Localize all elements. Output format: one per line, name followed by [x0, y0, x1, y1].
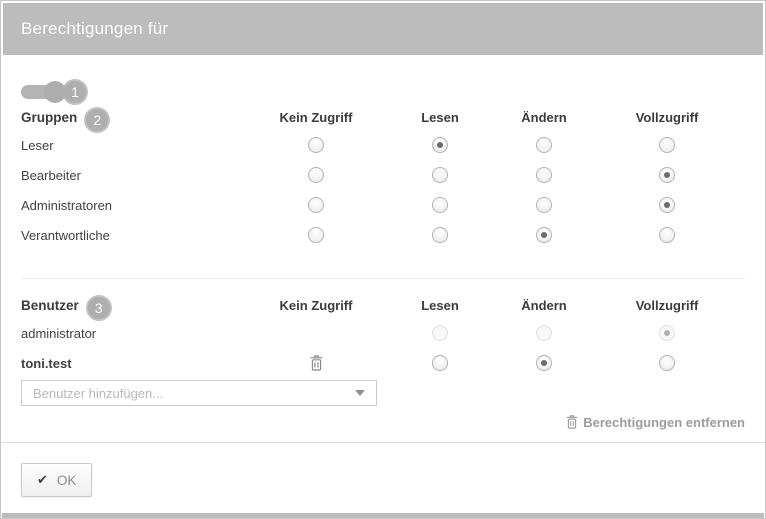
radio-kein-zugriff[interactable] [308, 167, 324, 183]
toggle-knob[interactable] [44, 81, 66, 103]
radio-aendern [536, 325, 552, 341]
radio-vollzugriff[interactable] [659, 167, 675, 183]
column-header-lesen: Lesen [381, 298, 499, 313]
group-row-administratoren: Administratoren [21, 190, 745, 220]
trash-icon [566, 415, 578, 429]
ok-label: OK [57, 473, 77, 488]
dialog-bottom-edge [2, 513, 764, 518]
chevron-down-icon[interactable] [355, 390, 365, 396]
user-row-toni-test: toni.test [21, 348, 745, 378]
remove-permissions-row: Berechtigungen entfernen [21, 414, 745, 430]
ok-button[interactable]: ✔ OK [21, 463, 92, 497]
radio-aendern[interactable] [536, 197, 552, 213]
users-header-row: Benutzer 3 Kein Zugriff Lesen Ändern Vol… [21, 292, 745, 318]
column-header-aendern: Ändern [499, 298, 589, 313]
radio-lesen [432, 325, 448, 341]
check-icon: ✔ [37, 472, 48, 488]
permissions-dialog: Berechtigungen für 1 Gruppen 2 Kein Zugr… [0, 0, 766, 519]
column-header-lesen: Lesen [381, 110, 499, 125]
user-name: toni.test [21, 356, 251, 371]
inherit-toggle-row: 1 [21, 80, 745, 104]
groups-header-row: Gruppen 2 Kein Zugriff Lesen Ändern Voll… [21, 104, 745, 130]
radio-vollzugriff [659, 325, 675, 341]
group-name: Bearbeiter [21, 168, 251, 183]
dialog-body: 1 Gruppen 2 Kein Zugriff Lesen Ändern Vo… [1, 80, 765, 430]
add-user-input[interactable] [33, 386, 355, 401]
radio-kein-zugriff[interactable] [308, 227, 324, 243]
column-header-vollzugriff: Vollzugriff [589, 298, 745, 313]
group-name: Verantwortliche [21, 228, 251, 243]
group-name: Administratoren [21, 198, 251, 213]
permissions-toggle[interactable] [21, 81, 67, 103]
users-section-label: Benutzer [21, 298, 79, 313]
trash-icon [310, 355, 323, 371]
user-row-administrator: administrator [21, 318, 745, 348]
delete-user-button[interactable] [310, 355, 323, 371]
group-row-verantwortliche: Verantwortliche [21, 220, 745, 250]
dialog-footer: ✔ OK [1, 442, 765, 514]
group-name: Leser [21, 138, 251, 153]
radio-vollzugriff[interactable] [659, 137, 675, 153]
radio-lesen[interactable] [432, 197, 448, 213]
radio-aendern[interactable] [536, 167, 552, 183]
column-header-vollzugriff: Vollzugriff [589, 110, 745, 125]
group-row-leser: Leser [21, 130, 745, 160]
user-name: administrator [21, 326, 251, 341]
remove-permissions-link[interactable]: Berechtigungen entfernen [566, 414, 745, 430]
step-badge-3: 3 [86, 295, 112, 321]
radio-lesen[interactable] [432, 137, 448, 153]
radio-vollzugriff[interactable] [659, 197, 675, 213]
section-divider [21, 278, 745, 279]
radio-kein-zugriff[interactable] [308, 137, 324, 153]
radio-aendern[interactable] [536, 355, 552, 371]
radio-vollzugriff[interactable] [659, 227, 675, 243]
column-header-kein-zugriff: Kein Zugriff [251, 110, 381, 125]
remove-permissions-label: Berechtigungen entfernen [583, 415, 745, 430]
radio-aendern[interactable] [536, 227, 552, 243]
step-badge-2: 2 [84, 107, 110, 133]
dialog-title: Berechtigungen für [21, 19, 168, 39]
radio-kein-zugriff[interactable] [308, 197, 324, 213]
column-header-kein-zugriff: Kein Zugriff [251, 298, 381, 313]
radio-lesen[interactable] [432, 227, 448, 243]
groups-section-label: Gruppen [21, 110, 77, 125]
group-row-bearbeiter: Bearbeiter [21, 160, 745, 190]
column-header-aendern: Ändern [499, 110, 589, 125]
dialog-header: Berechtigungen für [3, 3, 763, 55]
add-user-dropdown[interactable] [21, 380, 377, 406]
radio-aendern[interactable] [536, 137, 552, 153]
radio-lesen[interactable] [432, 355, 448, 371]
radio-lesen[interactable] [432, 167, 448, 183]
radio-vollzugriff[interactable] [659, 355, 675, 371]
